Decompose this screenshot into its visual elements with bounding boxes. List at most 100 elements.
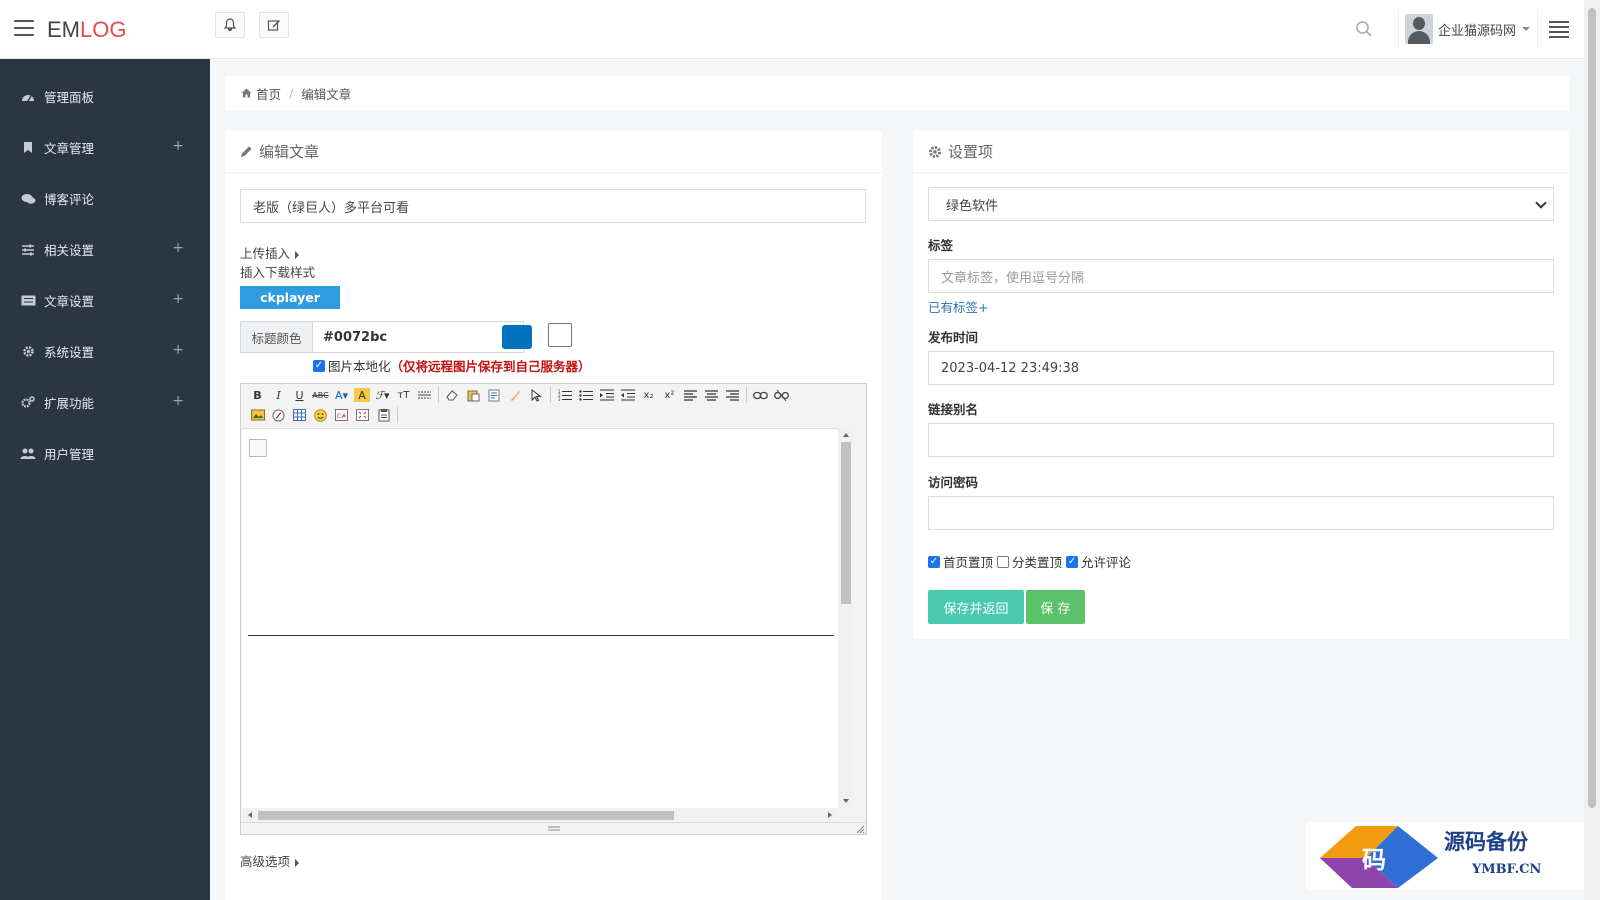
superscript-icon[interactable]: x² [659, 386, 680, 404]
logo-em: EM [47, 17, 80, 42]
edit-article-panel: 编辑文章 老版（绿巨人）多平台可看 上传插入 插入下载样式 ckplayer 标… [225, 131, 882, 900]
indent-icon[interactable] [596, 386, 617, 404]
localize-checkbox[interactable] [313, 359, 325, 372]
category-select[interactable]: 绿色软件 [928, 187, 1554, 221]
save-button[interactable]: 保 存 [1026, 590, 1085, 624]
password-input[interactable] [928, 496, 1554, 530]
flash-icon[interactable] [268, 406, 289, 424]
paste-icon[interactable] [463, 386, 484, 404]
category-value: 绿色软件 [946, 198, 999, 214]
editor-content-area[interactable] [242, 428, 838, 808]
home-top-checkbox[interactable] [928, 555, 940, 568]
sidebar-item-dashboard[interactable]: 管理面板 [0, 71, 210, 122]
editor-hscroll-thumb[interactable] [258, 811, 674, 820]
subscript-icon[interactable]: x₂ [638, 386, 659, 404]
scroll-up-icon[interactable] [838, 430, 854, 440]
align-right-icon[interactable] [722, 386, 743, 404]
horizontal-rule-icon[interactable] [414, 386, 435, 404]
emoticon-icon[interactable] [310, 406, 331, 424]
sidebar-item-users[interactable]: 用户管理 [0, 428, 210, 479]
outdent-icon[interactable] [617, 386, 638, 404]
highlight-icon[interactable]: A [354, 388, 370, 402]
editor-toolbar-row-1: B I U ABC A▾ A ℱ▾ тT 123 x₂ x² [247, 385, 792, 405]
alias-input[interactable] [928, 423, 1554, 457]
ordered-list-icon[interactable]: 123 [554, 386, 575, 404]
code-icon[interactable]: C# [331, 406, 352, 424]
logo[interactable]: EMLOG [47, 17, 126, 43]
editor-horizontal-scrollbar[interactable] [242, 808, 838, 822]
expand-icon[interactable]: + [172, 342, 184, 358]
expand-icon[interactable]: + [172, 138, 184, 154]
page-scrollbar-thumb[interactable] [1588, 8, 1596, 808]
font-color-icon[interactable]: A▾ [331, 386, 352, 404]
color-picker-button[interactable] [548, 323, 572, 347]
sidebar-item-extensions[interactable]: 扩展功能 + [0, 377, 210, 428]
breadcrumb-home[interactable]: 首页 [256, 84, 281, 103]
page-scrollbar[interactable] [1584, 0, 1600, 900]
link-icon[interactable] [750, 386, 771, 404]
editor-vscroll-thumb[interactable] [841, 442, 851, 604]
fullscreen-icon[interactable] [352, 406, 373, 424]
allow-comment-option[interactable]: 允许评论 [1066, 552, 1131, 571]
source-code-icon[interactable] [373, 406, 394, 424]
list-icon [20, 294, 36, 308]
upload-insert-toggle[interactable]: 上传插入 [240, 243, 300, 262]
italic-icon[interactable]: I [268, 386, 289, 404]
sidebar-item-articles[interactable]: 文章管理 + [0, 122, 210, 173]
category-top-option[interactable]: 分类置顶 [997, 552, 1062, 571]
home-icon [241, 88, 252, 98]
expand-icon[interactable]: + [172, 393, 184, 409]
scroll-right-icon[interactable] [825, 808, 835, 822]
expand-icon[interactable]: + [172, 291, 184, 307]
unordered-list-icon[interactable] [575, 386, 596, 404]
sidebar-item-article-settings[interactable]: 文章设置 + [0, 275, 210, 326]
paste-word-icon[interactable] [484, 386, 505, 404]
underline-icon[interactable]: U [289, 386, 310, 404]
allow-comment-checkbox[interactable] [1066, 555, 1079, 568]
user-menu[interactable]: 企业猫源码网 [1398, 9, 1538, 49]
sidebar-item-related-settings[interactable]: 相关设置 + [0, 224, 210, 275]
table-icon[interactable] [289, 406, 310, 424]
category-top-checkbox[interactable] [997, 555, 1010, 568]
brush-icon[interactable] [505, 386, 526, 404]
scroll-left-icon[interactable] [245, 808, 255, 822]
select-cursor-icon[interactable] [526, 386, 547, 404]
bold-icon[interactable]: B [247, 386, 268, 404]
color-swatch-current[interactable] [502, 325, 532, 349]
align-left-icon[interactable] [680, 386, 701, 404]
unlink-icon[interactable] [771, 386, 792, 404]
strikethrough-icon[interactable]: ABC [310, 386, 331, 404]
title-color-group: 标题颜色 #0072bc [240, 321, 524, 353]
eraser-icon[interactable] [442, 386, 463, 404]
title-color-input[interactable]: #0072bc [313, 322, 523, 352]
home-top-option[interactable]: 首页置顶 [928, 552, 993, 571]
list-menu-icon[interactable] [1549, 21, 1569, 38]
ckplayer-button[interactable]: ckplayer [240, 286, 340, 309]
search-icon[interactable] [1355, 20, 1373, 38]
image-localize-option[interactable]: 图片本地化 （仅将远程图片保存到自己服务器） [313, 356, 591, 375]
tag-input[interactable]: 文章标签，使用逗号分隔 [928, 259, 1554, 293]
sidebar-item-label: 文章管理 [44, 141, 95, 156]
align-center-icon[interactable] [701, 386, 722, 404]
menu-toggle-icon[interactable] [14, 20, 34, 36]
comments-icon [20, 192, 36, 206]
sidebar-item-comments[interactable]: 博客评论 [0, 173, 210, 224]
sidebar-item-system-settings[interactable]: 系统设置 + [0, 326, 210, 377]
advanced-options-toggle[interactable]: 高级选项 [240, 851, 300, 870]
bell-icon[interactable] [215, 12, 245, 38]
expand-icon[interactable]: + [172, 240, 184, 256]
editor-resize-handle[interactable] [241, 822, 866, 834]
font-size-icon[interactable]: тT [393, 386, 414, 404]
post-title-input[interactable]: 老版（绿巨人）多平台可看 [240, 189, 866, 223]
font-family-icon[interactable]: ℱ▾ [372, 386, 393, 404]
save-and-return-button[interactable]: 保存并返回 [928, 590, 1024, 624]
editor-vertical-scrollbar[interactable] [838, 428, 854, 808]
existing-tags-link[interactable]: 已有标签+ [928, 297, 988, 316]
breadcrumb-separator: / [289, 85, 294, 101]
image-icon[interactable] [247, 406, 268, 424]
broken-image-icon[interactable] [249, 439, 267, 457]
scroll-down-icon[interactable] [838, 796, 854, 806]
resize-corner-icon[interactable] [855, 824, 865, 834]
publish-time-input[interactable]: 2023-04-12 23:49:38 [928, 351, 1554, 385]
edit-icon[interactable] [259, 12, 289, 38]
